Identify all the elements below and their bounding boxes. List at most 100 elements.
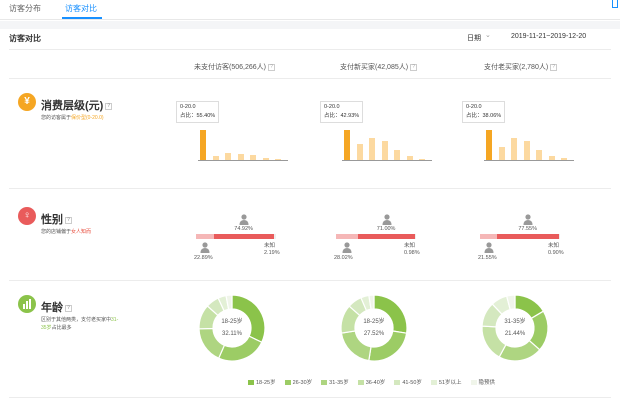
histogram-bar[interactable] xyxy=(344,130,350,160)
histogram-bar[interactable] xyxy=(369,138,375,160)
legend-swatch xyxy=(470,379,477,385)
female-share-bar[interactable] xyxy=(358,234,416,239)
legend-item[interactable]: 36-40岁 xyxy=(357,378,386,386)
legend-label: 51岁以上 xyxy=(438,380,462,386)
tab-visitor-compare[interactable]: 访客对比 xyxy=(65,3,97,14)
help-icon[interactable]: ? xyxy=(410,63,418,71)
histogram-bar[interactable] xyxy=(200,130,206,160)
legend-swatch xyxy=(430,379,437,385)
tooltip-range: 0-20.0 xyxy=(180,104,196,110)
donut-center-label: 18-25岁 27.52% xyxy=(356,316,392,340)
legend-label: 31-35岁 xyxy=(329,380,349,386)
legend-label: 36-40岁 xyxy=(365,380,386,386)
legend-label: 26-30岁 xyxy=(292,380,313,386)
legend-label: 18-25岁 xyxy=(256,380,276,386)
donut-center-value: 21.44% xyxy=(504,331,526,337)
male-pct: 21.55% xyxy=(478,255,497,261)
histogram-bar[interactable] xyxy=(498,146,505,160)
chevron-down-icon[interactable]: ⌄ xyxy=(485,31,491,39)
bar-tooltip: 0-20.0 占比：55.40% xyxy=(176,101,220,123)
unknown-share-bar[interactable] xyxy=(415,234,416,239)
male-share-bar[interactable] xyxy=(480,234,498,239)
histogram-bar[interactable] xyxy=(536,149,542,160)
chart-axis xyxy=(198,160,288,161)
female-person-icon xyxy=(239,214,249,225)
tooltip-share: 占比：38.06% xyxy=(466,113,502,119)
help-icon[interactable]: ? xyxy=(267,63,275,71)
donut-center-label: 18-25岁 32.11% xyxy=(214,316,250,340)
chart-axis xyxy=(484,160,574,161)
legend-label: 41-50岁 xyxy=(402,380,422,386)
female-person-icon xyxy=(382,214,392,225)
unknown-share-bar[interactable] xyxy=(559,234,560,239)
legend-swatch xyxy=(394,379,401,385)
donut-center-value: 27.52% xyxy=(363,331,385,337)
histogram-bar[interactable] xyxy=(394,150,400,160)
histogram-bar[interactable] xyxy=(511,138,517,160)
help-icon[interactable]: ? xyxy=(105,102,113,110)
date-range[interactable]: 2019-11-21~2019-12-20 xyxy=(511,33,586,40)
male-pct: 22.89% xyxy=(194,255,213,261)
histogram-bar[interactable] xyxy=(523,141,530,160)
bar-tooltip: 0-20.0 占比：42.93% xyxy=(320,101,364,123)
tooltip-share: 占比：42.93% xyxy=(324,113,360,119)
legend-swatch xyxy=(284,379,291,385)
donut-center-label: 31-35岁 21.44% xyxy=(497,316,533,340)
legend-swatch xyxy=(321,379,328,385)
legend-item[interactable]: 隐预供 xyxy=(470,378,495,386)
male-person-icon xyxy=(342,242,352,253)
column-header-unpaid: 未支付访客(506,266人)? xyxy=(194,62,275,72)
divider xyxy=(9,78,611,79)
female-person-icon xyxy=(523,214,533,225)
male-person-icon xyxy=(484,242,494,253)
unknown-label: 未知 xyxy=(404,243,416,249)
scroll-indicator[interactable] xyxy=(612,0,618,8)
help-icon[interactable]: ? xyxy=(65,216,72,224)
section-desc-consumption: 您的访客属于保价型(0-20.0) xyxy=(41,115,104,121)
male-share-bar[interactable] xyxy=(196,234,215,239)
active-tab-underline xyxy=(62,17,102,19)
male-share-bar[interactable] xyxy=(336,234,359,239)
column-header-old-buyers: 支付老买家(2,780人)? xyxy=(484,62,558,72)
legend-item[interactable]: 31-35岁 xyxy=(321,378,349,386)
divider xyxy=(9,49,611,50)
unknown-label: 未知 xyxy=(548,243,560,249)
tooltip-range: 0-20.0 xyxy=(324,104,340,110)
section-label-consumption: 消费层级(元)? xyxy=(41,100,113,112)
legend-item[interactable]: 26-30岁 xyxy=(284,378,313,386)
yen-icon: ¥ xyxy=(18,93,36,111)
donut-center-value: 32.11% xyxy=(222,331,242,337)
female-pct: 77.55% xyxy=(518,226,537,232)
tab-visitor-distribution[interactable]: 访客分布 xyxy=(9,3,41,14)
histogram-bar[interactable] xyxy=(381,141,388,160)
histogram-bar[interactable] xyxy=(486,130,492,160)
female-share-bar[interactable] xyxy=(497,234,560,239)
legend-item[interactable]: 51岁以上 xyxy=(430,378,462,386)
male-person-icon xyxy=(200,242,210,253)
page-title: 访客对比 xyxy=(9,34,41,43)
male-pct: 28.02% xyxy=(334,255,353,261)
tooltip-share: 占比：55.40% xyxy=(180,113,216,119)
section-label-gender: 性别? xyxy=(41,214,72,226)
unknown-share-bar[interactable] xyxy=(274,234,276,239)
divider xyxy=(9,188,611,189)
column-header-new-buyers: 支付新买家(42,085人)? xyxy=(340,62,418,72)
legend-item[interactable]: 41-50岁 xyxy=(394,378,422,386)
legend-swatch xyxy=(357,379,364,385)
donut-center-range: 18-25岁 xyxy=(221,319,243,325)
female-pct: 74.92% xyxy=(234,226,253,232)
help-icon[interactable]: ? xyxy=(550,63,558,71)
histogram-bar[interactable] xyxy=(356,144,363,160)
tab-bar: 访客分布 访客对比 xyxy=(0,0,620,20)
period-select[interactable]: 日期 xyxy=(467,33,481,43)
donut-center-range: 31-35岁 xyxy=(504,319,526,325)
age-legend: 18-25岁 26-30岁 31-35岁 36-40岁 41-50岁 51岁以上 隐预供 xyxy=(248,377,504,387)
female-share-bar[interactable] xyxy=(214,234,275,239)
donut-center-range: 18-25岁 xyxy=(363,319,385,325)
legend-swatch xyxy=(248,379,254,385)
section-desc-gender: 您的店铺偏于女人知而 xyxy=(41,229,92,235)
female-pct: 71.00% xyxy=(376,226,396,232)
legend-item[interactable]: 18-25岁 xyxy=(248,378,276,386)
histogram-bar[interactable] xyxy=(225,153,231,160)
bar-tooltip: 0-20.0 占比：38.06% xyxy=(462,101,506,123)
